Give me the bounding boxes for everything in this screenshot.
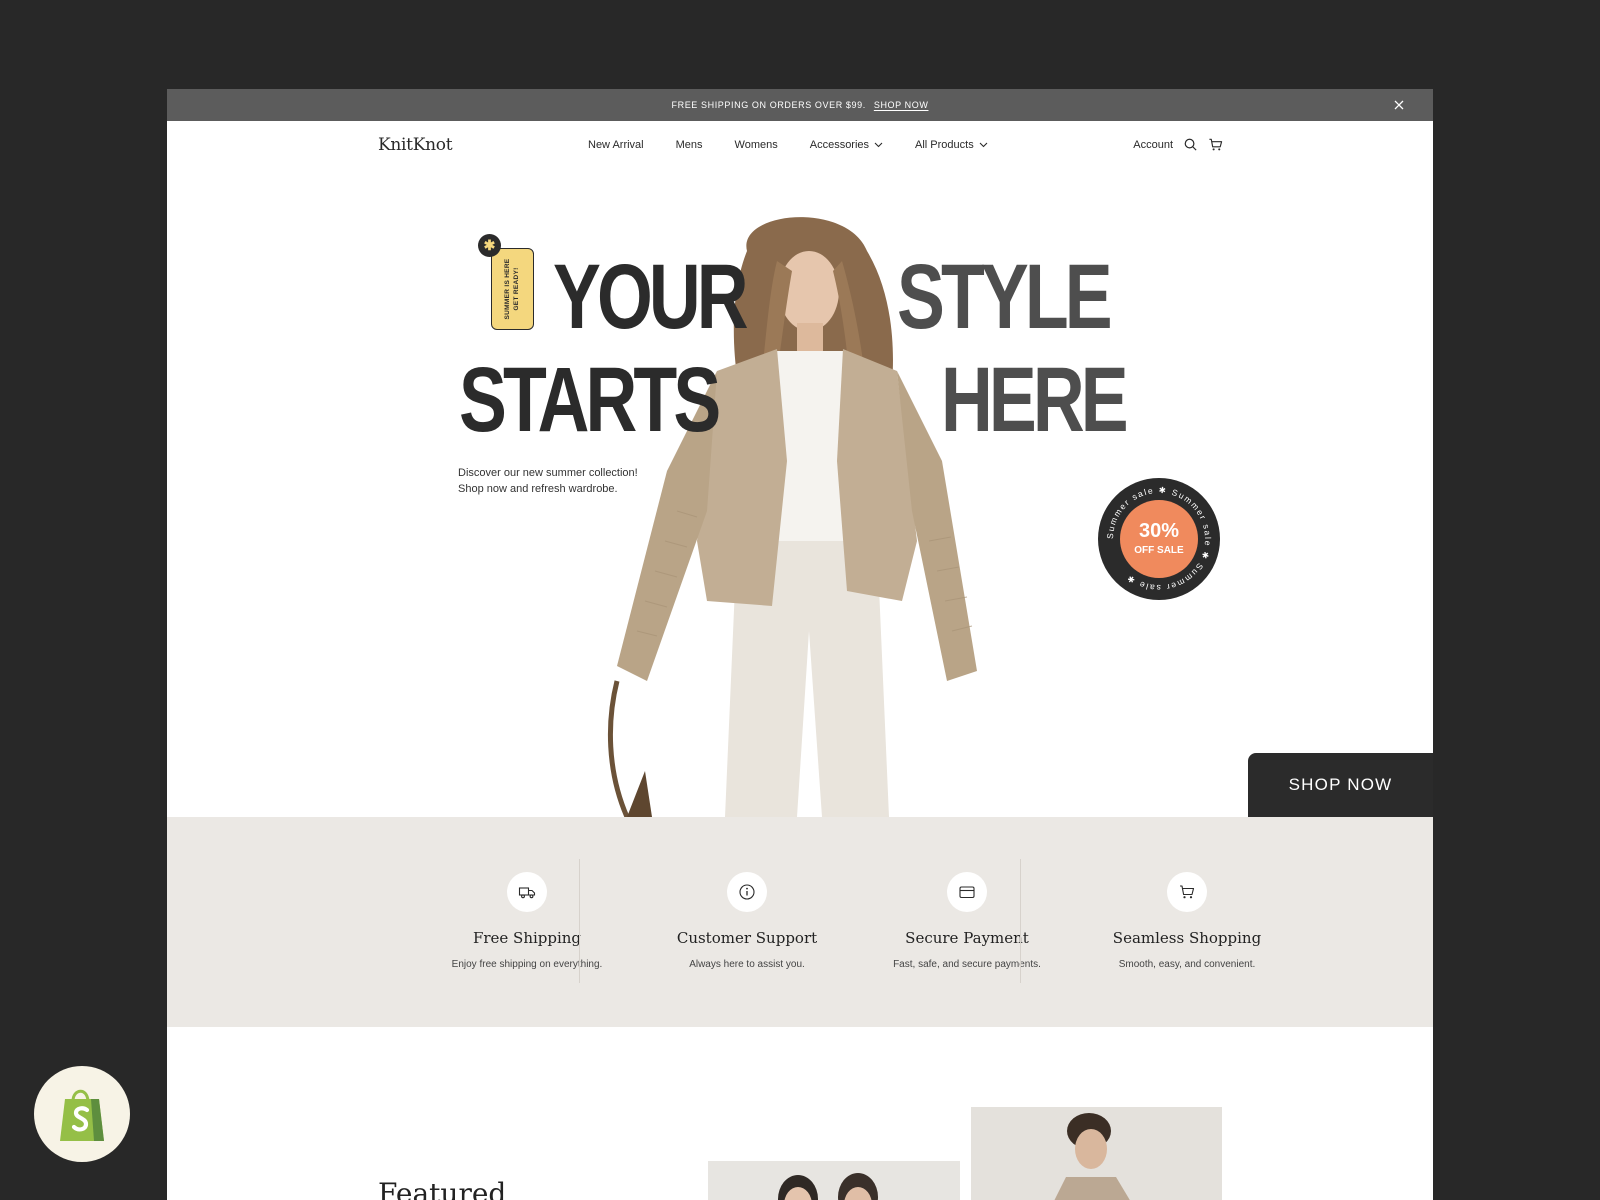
summer-tag-line1: SUMMER IS HERE bbox=[503, 258, 511, 320]
feature-divider bbox=[1020, 859, 1021, 983]
shop-now-button[interactable]: SHOP NOW bbox=[1248, 753, 1433, 817]
feature-desc: Smooth, easy, and convenient. bbox=[1118, 959, 1256, 970]
featured-title: Featured bbox=[378, 1177, 507, 1200]
feature-desc: Fast, safe, and secure payments. bbox=[893, 959, 1041, 970]
badge-percent: 30% bbox=[1139, 520, 1179, 542]
feature-icon-circle bbox=[1167, 872, 1207, 912]
summer-tag: SUMMER IS HERE GET READY! bbox=[491, 248, 534, 330]
headline-word-your: YOUR bbox=[553, 246, 749, 348]
wallet-icon bbox=[959, 886, 975, 899]
featured-section: Featured bbox=[167, 1027, 1433, 1200]
summer-tag-line2: GET READY! bbox=[512, 267, 520, 311]
nav-item-mens[interactable]: Mens bbox=[676, 139, 703, 151]
shopify-bag-icon bbox=[60, 1089, 104, 1141]
cart-icon[interactable] bbox=[1208, 137, 1223, 152]
feature-secure-payment: Secure Payment Fast, safe, and secure pa… bbox=[857, 817, 1077, 1027]
features-strip: Free Shipping Enjoy free shipping on eve… bbox=[167, 817, 1433, 1027]
hero-subtitle-line1: Discover our new summer collection! bbox=[458, 467, 638, 479]
browser-frame: FREE SHIPPING ON ORDERS OVER $99. SHOP N… bbox=[167, 89, 1433, 1200]
account-link[interactable]: Account bbox=[1133, 139, 1173, 151]
site-header: KnitKnot New Arrival Mens Womens Accesso… bbox=[167, 121, 1433, 171]
nav-label: Accessories bbox=[809, 139, 870, 151]
sale-badge: Summer sale ✱ Summer sale ✱ Summer sale … bbox=[1098, 478, 1220, 600]
nav-label: Womens bbox=[734, 139, 778, 151]
nav-label: Mens bbox=[675, 139, 703, 151]
brand-logo[interactable]: KnitKnot bbox=[378, 135, 453, 155]
search-icon[interactable] bbox=[1183, 137, 1198, 152]
close-icon[interactable] bbox=[1391, 97, 1407, 113]
truck-icon bbox=[518, 887, 536, 899]
header-actions: Account bbox=[1133, 137, 1223, 152]
feature-title: Free Shipping bbox=[472, 929, 582, 947]
announcement-shop-now-link[interactable]: SHOP NOW bbox=[874, 100, 929, 110]
chevron-down-icon bbox=[979, 142, 988, 148]
feature-icon-circle bbox=[727, 872, 767, 912]
feature-free-shipping: Free Shipping Enjoy free shipping on eve… bbox=[417, 817, 637, 1027]
feature-title: Customer Support bbox=[676, 929, 818, 947]
badge-label: OFF SALE bbox=[1134, 545, 1184, 556]
feature-desc: Always here to assist you. bbox=[689, 959, 805, 970]
hero-subtitle: Discover our new summer collection! Shop… bbox=[458, 465, 638, 497]
feature-desc: Enjoy free shipping on everything. bbox=[451, 959, 603, 970]
hero-subtitle-line2: Shop now and refresh wardrobe. bbox=[458, 483, 618, 495]
headline-word-here: HERE bbox=[941, 349, 1129, 451]
feature-customer-support: Customer Support Always here to assist y… bbox=[637, 817, 857, 1027]
nav-item-new-arrival[interactable]: New Arrival bbox=[588, 139, 644, 151]
announcement-text: FREE SHIPPING ON ORDERS OVER $99. bbox=[671, 100, 866, 110]
headline-word-style: STYLE bbox=[897, 246, 1113, 348]
hero-section: YOUR STYLE STARTS HERE SUMMER IS HERE GE… bbox=[167, 171, 1433, 817]
main-nav: New Arrival Mens Womens Accessories All … bbox=[588, 139, 1020, 151]
feature-title: Secure Payment bbox=[905, 929, 1029, 947]
nav-label: All Products bbox=[915, 139, 974, 151]
feature-icon-circle bbox=[947, 872, 987, 912]
featured-photo-coat[interactable] bbox=[971, 1107, 1222, 1200]
asterisk-icon: ✱ bbox=[478, 234, 501, 257]
nav-label: New Arrival bbox=[588, 139, 644, 151]
feature-title: Seamless Shopping bbox=[1112, 929, 1262, 947]
headline-word-starts: STARTS bbox=[459, 349, 721, 451]
shopify-logo bbox=[34, 1066, 130, 1162]
chevron-down-icon bbox=[874, 142, 883, 148]
cart-icon bbox=[1180, 885, 1195, 899]
feature-icon-circle bbox=[507, 872, 547, 912]
featured-photo-duo[interactable] bbox=[708, 1161, 960, 1200]
nav-item-all-products[interactable]: All Products bbox=[915, 139, 988, 151]
feature-divider bbox=[579, 859, 580, 983]
announcement-bar: FREE SHIPPING ON ORDERS OVER $99. SHOP N… bbox=[167, 89, 1433, 121]
nav-item-womens[interactable]: Womens bbox=[735, 139, 778, 151]
feature-seamless-shopping: Seamless Shopping Smooth, easy, and conv… bbox=[1077, 817, 1297, 1027]
summer-tag-text: SUMMER IS HERE GET READY! bbox=[504, 252, 522, 326]
info-icon bbox=[739, 884, 755, 900]
nav-item-accessories[interactable]: Accessories bbox=[810, 139, 883, 151]
